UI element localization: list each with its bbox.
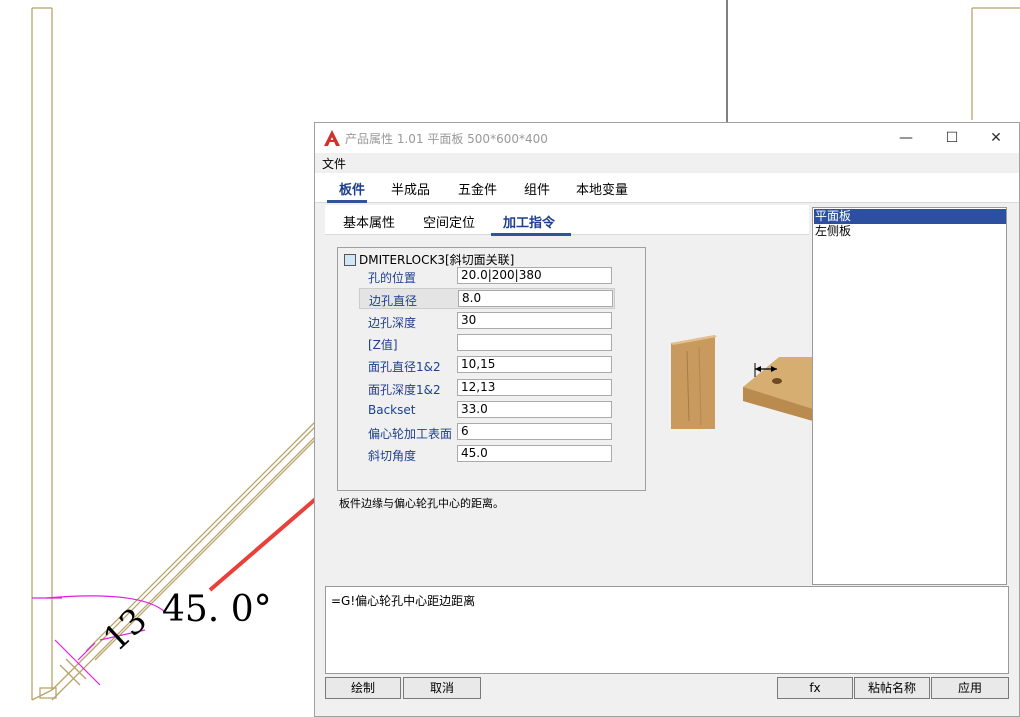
group-checkbox[interactable] xyxy=(344,254,356,266)
property-label: 边孔直径 xyxy=(369,294,418,308)
active-tab-underline xyxy=(327,200,367,203)
maximize-button[interactable]: ☐ xyxy=(929,123,975,153)
cad-eccentric-detail xyxy=(39,687,57,699)
sub-tabs: 基本属性 空间定位 加工指令 xyxy=(325,205,809,236)
property-row[interactable]: 面孔直径1&2 10,15 xyxy=(359,355,615,376)
tab-spatial-position[interactable]: 空间定位 xyxy=(423,212,475,231)
window-title: 产品属性 1.01 平面板 500*600*400 xyxy=(345,132,548,146)
panel-list-item[interactable]: 左侧板 xyxy=(814,224,1006,239)
tab-component[interactable]: 组件 xyxy=(524,179,550,198)
autocad-logo-icon xyxy=(324,130,340,146)
properties-pane: 基本属性 空间定位 加工指令 DMITERLOCK3[斜切面关联] 孔的位置 2… xyxy=(325,205,813,587)
close-button[interactable]: ✕ xyxy=(973,123,1019,153)
panel-list-item-selected[interactable]: 平面板 xyxy=(814,209,1006,224)
property-row[interactable]: 斜切角度 45.0 xyxy=(359,444,615,465)
minimize-button[interactable]: — xyxy=(883,123,929,153)
property-row-selected[interactable]: 边孔直径 8.0 xyxy=(359,288,615,309)
property-label: 孔的位置 xyxy=(368,271,417,285)
tab-semi-finished[interactable]: 半成品 xyxy=(391,179,430,198)
dimension-line xyxy=(77,642,96,661)
fx-button[interactable]: fx xyxy=(777,677,853,699)
property-value-field[interactable]: 20.0|200|380 xyxy=(457,267,612,284)
menu-file[interactable]: 文件 xyxy=(322,155,346,172)
cad-diagonal-board xyxy=(51,421,331,701)
active-subtab-underline xyxy=(491,233,571,236)
tab-machining-instructions[interactable]: 加工指令 xyxy=(503,212,555,231)
property-value-field[interactable] xyxy=(457,334,612,351)
apply-button[interactable]: 应用 xyxy=(931,677,1009,699)
property-label: Backset xyxy=(368,403,416,417)
title-bar[interactable]: 产品属性 1.01 平面板 500*600*400 — ☐ ✕ xyxy=(315,123,1019,153)
angle-dimension-label: 45. 0° xyxy=(162,589,272,630)
property-value-field[interactable]: 30 xyxy=(457,312,612,329)
property-label: 面孔直径1&2 xyxy=(368,360,441,374)
property-grid: DMITERLOCK3[斜切面关联] 孔的位置 20.0|200|380 边孔直… xyxy=(337,247,646,491)
draw-button[interactable]: 绘制 xyxy=(325,677,401,699)
property-description: 板件边缘与偏心轮孔中心的距离。 xyxy=(339,497,504,510)
property-value-field[interactable]: 45.0 xyxy=(457,445,612,462)
tab-basic-properties[interactable]: 基本属性 xyxy=(343,212,395,231)
formula-editor[interactable]: =G!偏心轮孔中心距边距离 xyxy=(325,586,1009,674)
property-row[interactable]: 面孔深度1&2 12,13 xyxy=(359,378,615,399)
menu-bar: 文件 xyxy=(315,153,1019,173)
property-value-field[interactable]: 8.0 xyxy=(458,290,613,307)
panel-list[interactable]: 平面板 左侧板 xyxy=(812,207,1007,585)
property-label: 斜切角度 xyxy=(368,449,417,463)
property-value-field[interactable]: 6 xyxy=(457,423,612,440)
property-row[interactable]: 偏心轮加工表面 6 xyxy=(359,422,615,443)
tab-hardware[interactable]: 五金件 xyxy=(458,179,497,198)
property-label: 偏心轮加工表面 xyxy=(368,427,453,441)
dimension-line xyxy=(54,639,101,686)
property-label: 边孔深度 xyxy=(368,316,417,330)
formula-text: =G!偏心轮孔中心距边距离 xyxy=(331,594,476,608)
tab-local-variables[interactable]: 本地变量 xyxy=(576,179,628,198)
eccentric-lock-illustration xyxy=(671,335,813,429)
property-row[interactable]: Backset 33.0 xyxy=(359,400,615,421)
property-row[interactable]: 边孔深度 30 xyxy=(359,311,615,332)
product-properties-dialog: 产品属性 1.01 平面板 500*600*400 — ☐ ✕ 文件 板件 半成… xyxy=(314,122,1020,717)
property-value-field[interactable]: 33.0 xyxy=(457,401,612,418)
cancel-button[interactable]: 取消 xyxy=(403,677,481,699)
property-label: 面孔深度1&2 xyxy=(368,383,441,397)
property-label: [Z值] xyxy=(368,338,398,352)
main-tabs: 板件 半成品 五金件 组件 本地变量 xyxy=(315,173,1019,203)
tab-board[interactable]: 板件 xyxy=(339,179,365,198)
cad-diagonal-board xyxy=(51,411,331,691)
property-value-field[interactable]: 10,15 xyxy=(457,356,612,373)
property-value-field[interactable]: 12,13 xyxy=(457,379,612,396)
property-row[interactable]: [Z值] xyxy=(359,333,615,354)
paste-name-button[interactable]: 粘帖名称 xyxy=(854,677,930,699)
property-row[interactable]: 孔的位置 20.0|200|380 xyxy=(359,266,615,287)
